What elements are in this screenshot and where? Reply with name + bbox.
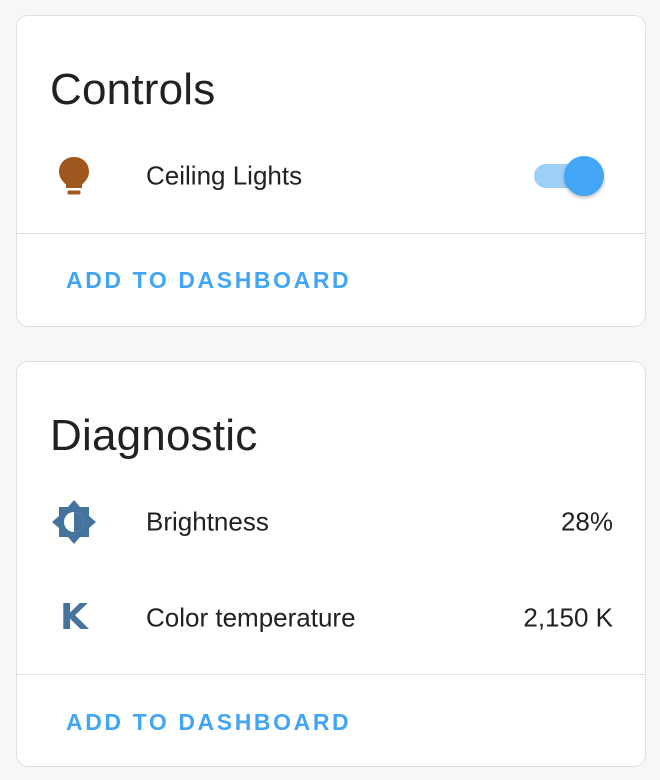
card-title: Controls [50, 65, 216, 114]
add-to-dashboard-button[interactable]: ADD TO DASHBOARD [66, 267, 351, 294]
kelvin-icon: K [50, 594, 98, 642]
entity-label: Color temperature [146, 602, 356, 633]
entity-row-brightness[interactable]: Brightness 28% [17, 492, 645, 552]
entity-value: 28% [560, 506, 613, 537]
controls-card: Controls Ceiling Lights ADD TO DASHBOARD [16, 15, 646, 327]
kelvin-glyph: K [60, 597, 88, 638]
entity-row-ceiling-lights[interactable]: Ceiling Lights [17, 146, 645, 206]
add-to-dashboard-button[interactable]: ADD TO DASHBOARD [66, 709, 351, 736]
toggle-knob[interactable] [564, 156, 604, 196]
brightness-icon [50, 498, 98, 546]
card-divider [17, 674, 645, 675]
diagnostic-card: Diagnostic Brightness 28% K Color temper… [16, 361, 646, 767]
lightbulb-icon [50, 152, 98, 200]
ceiling-lights-toggle[interactable] [532, 156, 604, 196]
card-title: Diagnostic [50, 411, 258, 460]
entity-label: Ceiling Lights [146, 160, 303, 191]
entity-row-color-temperature[interactable]: K Color temperature 2,150 K [17, 588, 645, 648]
card-divider [17, 233, 645, 234]
entity-value: 2,150 K [523, 602, 613, 633]
entity-label: Brightness [146, 506, 269, 537]
